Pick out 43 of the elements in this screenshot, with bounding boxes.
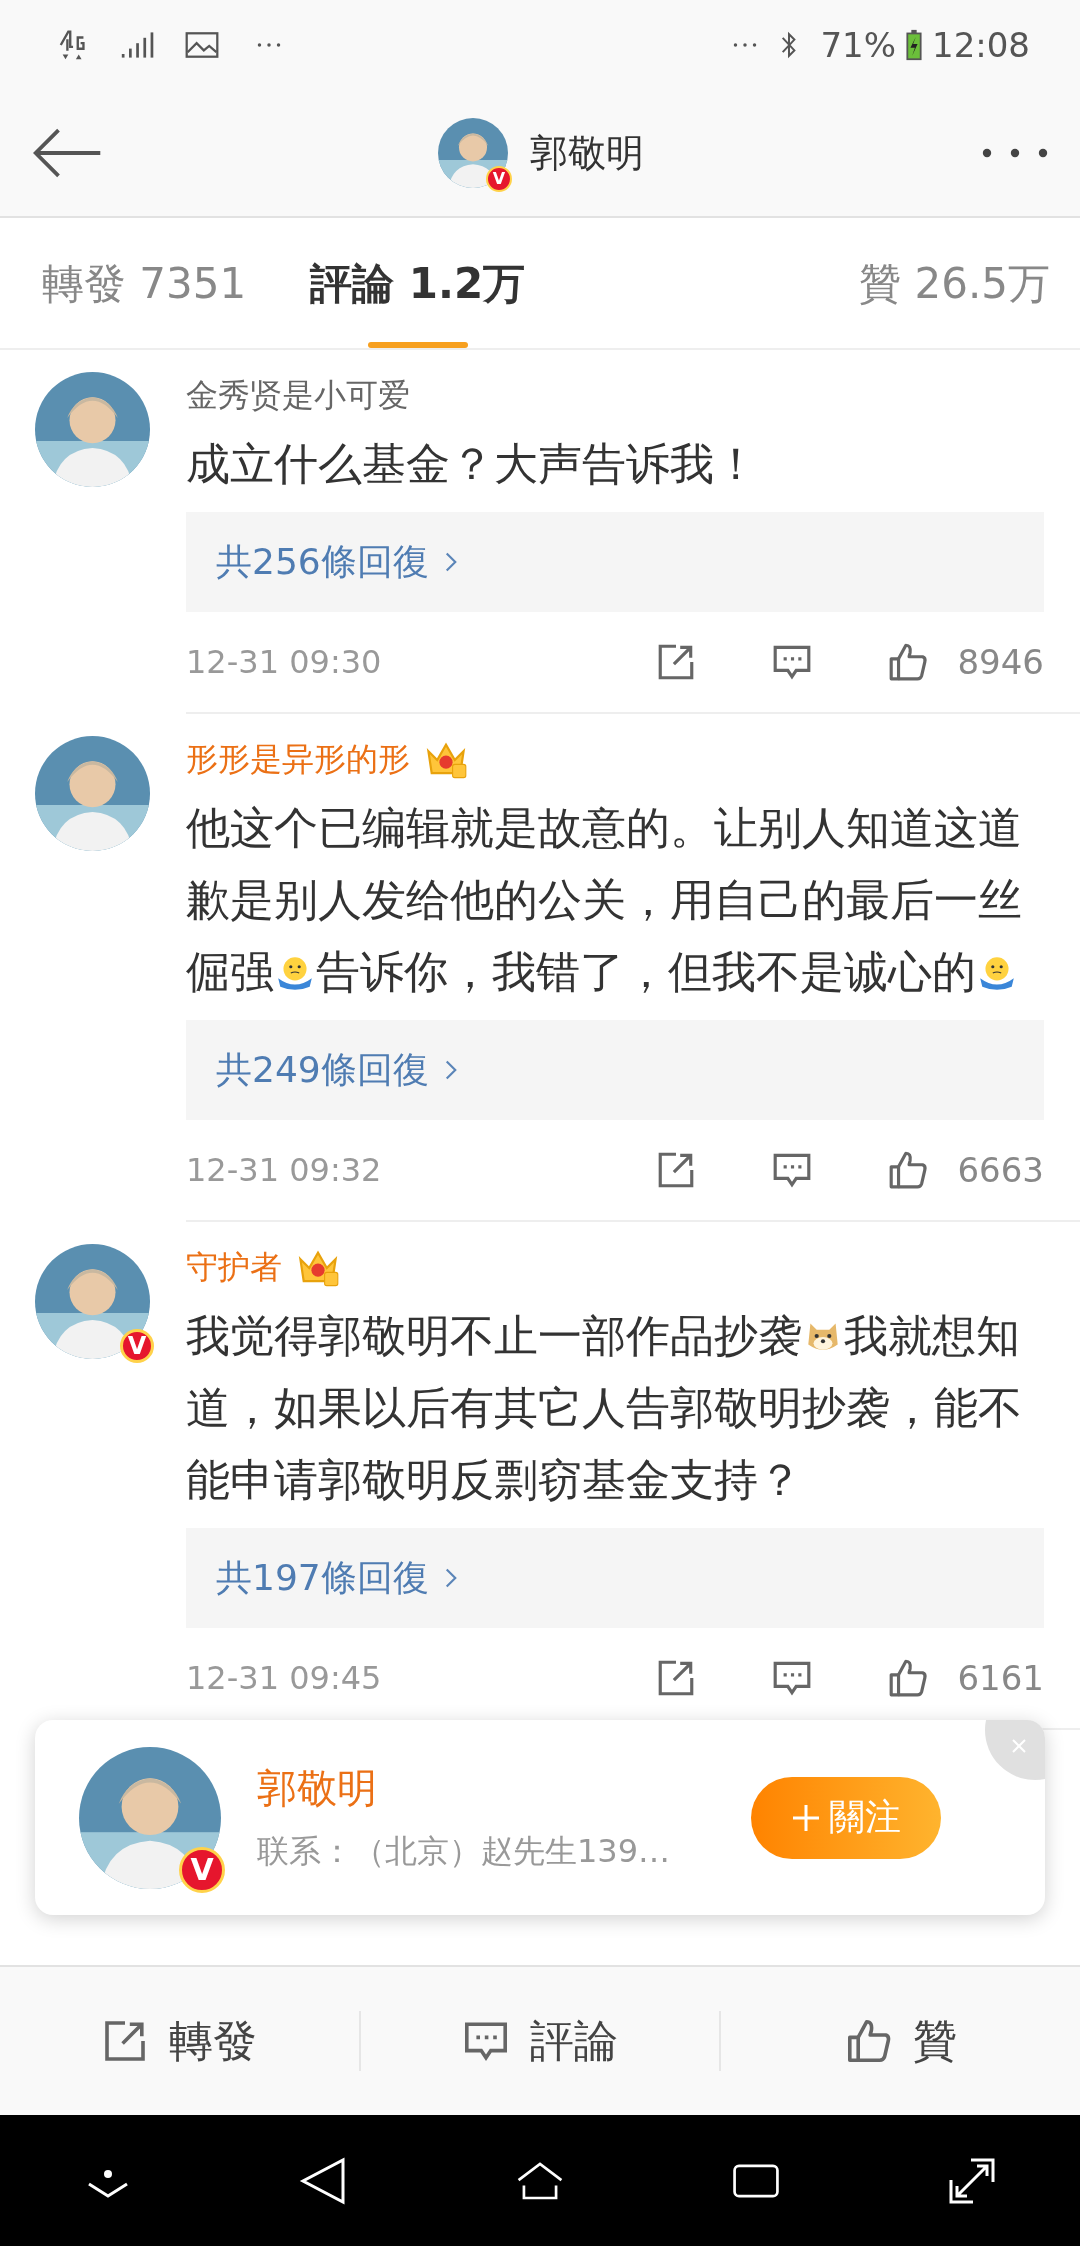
follow-button[interactable]: 關注 [751,1776,941,1859]
crown-icon [296,1248,340,1288]
replies-link[interactable]: 共249條回復 [186,1020,1044,1120]
tab[interactable]: 轉發 7351 [42,218,247,348]
user-name[interactable]: 郭敬明 [257,1761,751,1816]
tab[interactable]: 贊 26.5万 [859,218,1050,348]
crown-icon [424,740,468,780]
username[interactable]: 守护者 [186,1246,282,1290]
username[interactable]: 形形是异形的形 [186,738,410,782]
comment-text: 他这个已编辑就是故意的。让别人知道这道歉是别人发给他的公关，用自己的最后一丝倔强 告诉你，我错了，但我不是诚心的 [186,801,1023,999]
tab[interactable]: 評論 1.2万 [310,218,526,348]
replies-link[interactable]: 共197條回復 [186,1528,1044,1628]
comment-time: 12-31 09:45 [186,1659,382,1697]
thumbs-up-icon[interactable] [887,1657,930,1699]
comment-text: 我觉得郭敬明不止一部作品抄袭 我就想知道，如果以后有其它人告郭敬明抄袭，能不能申请郭敬明反剽窃基金支持？ [186,1309,1023,1507]
more-icon [732,40,759,50]
like-count: 8946 [957,642,1044,682]
like-count: 6663 [957,1150,1044,1190]
action-button[interactable]: 贊 [721,1967,1080,2115]
battery-percent: 71% [820,25,896,65]
like-count: 6161 [957,1658,1044,1698]
verified-badge: V [179,1846,225,1893]
comment-text: 成立什么基金？大声告诉我！ [186,437,759,491]
plus-icon [791,1802,821,1833]
clock: 12:08 [932,25,1030,65]
username[interactable]: 金秀贤是小可爱 [186,374,410,418]
comment-time: 12-31 09:30 [186,643,382,681]
action-button[interactable]: 轉發 [0,1967,359,2115]
chevron-right-icon [444,1059,457,1081]
verified-badge: V [120,1329,154,1363]
comment-time: 12-31 09:32 [186,1151,382,1189]
replies-link[interactable]: 共256條回復 [186,512,1044,612]
more-icon [256,40,282,50]
thumbs-up-icon[interactable] [887,641,930,683]
contact-info: 联系：（北京）赵先生139… [257,1831,672,1872]
thumbs-up-icon[interactable] [887,1149,930,1191]
verified-badge: V [486,166,512,192]
chevron-right-icon [444,1567,457,1589]
more-icon[interactable] [980,146,1050,160]
battery-charging-icon [906,28,922,62]
chevron-right-icon [444,551,457,573]
page-title: 郭敬明 [530,129,644,177]
action-button[interactable]: 評論 [360,1967,720,2115]
